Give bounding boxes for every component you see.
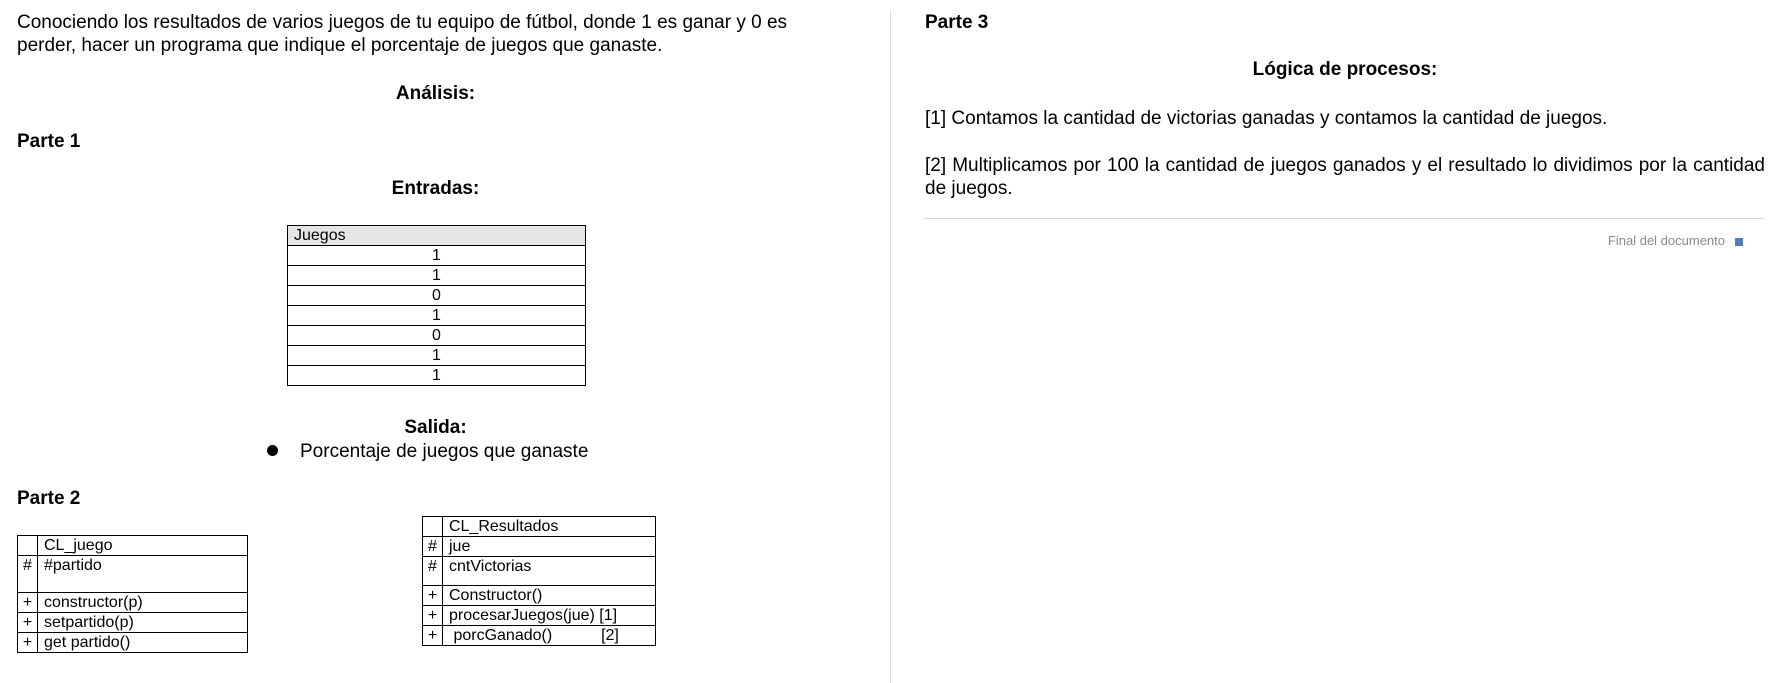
table-row: 1 [287,365,586,386]
column-divider [890,10,891,683]
visibility-symbol: + [422,625,443,646]
logic-step-1: [1] Contamos la cantidad de victorias ga… [925,108,1608,129]
uml-class-cl-resultados: CL_Resultados # jue # cntVictorias + Construct… [422,516,656,646]
uml-method-text: get partido() [37,632,248,653]
uml-class-name-text: CL_Resultados [442,516,656,537]
visibility-symbol: + [17,632,38,653]
table-row: 1 [287,345,586,366]
uml-method: + porcGanado() [2] [422,625,656,646]
juegos-header-row: Juegos [287,225,586,246]
uml-attribute-text: cntVictorias [442,556,656,586]
entradas-heading: Entradas: [391,178,480,199]
juegos-header-cell: Juegos [287,225,586,246]
end-of-document-marker: Final del documento [1608,233,1743,248]
parte2-heading: Parte 2 [17,488,81,509]
table-row: 1 [287,245,586,266]
table-row: 0 [287,325,586,346]
bullet-icon [267,445,278,457]
logica-heading: Lógica de procesos: [1252,59,1438,80]
salida-heading: Salida: [404,417,467,438]
uml-method: + setpartido(p) [17,612,248,633]
table-row: 1 [287,265,586,286]
analisis-heading: Análisis: [395,83,476,104]
uml-attribute-text: #partido [37,555,248,593]
uml-method: + get partido() [17,632,248,653]
uml-method-text: setpartido(p) [37,612,248,633]
end-of-document-label: Final del documento [1607,233,1725,248]
salida-item-text: Porcentaje de juegos que ganaste [300,441,589,462]
uml-method-text: procesarJuegos(jue) [1] [442,605,656,626]
juegos-cell: 1 [287,305,586,326]
end-of-document-rule [924,218,1764,219]
salida-list-item: Porcentaje de juegos que ganaste [267,440,588,463]
juegos-cell: 0 [287,325,586,346]
parte3-heading: Parte 3 [925,12,989,33]
visibility-symbol: + [17,592,38,613]
table-row: 0 [287,285,586,306]
uml-method-text: porcGanado() [2] [442,625,656,646]
intro-paragraph: Conociendo los resultados de varios jueg… [17,12,788,56]
visibility-symbol [422,516,443,537]
juegos-table: Juegos 1 1 0 1 0 1 1 [287,225,586,386]
juegos-cell: 1 [287,345,586,366]
juegos-cell: 1 [287,265,586,286]
square-icon [1735,237,1743,246]
visibility-symbol: # [422,536,443,557]
uml-method-text: constructor(p) [37,592,248,613]
juegos-cell: 1 [287,365,586,386]
visibility-symbol: # [422,556,443,586]
visibility-symbol: + [17,612,38,633]
uml-attribute: # cntVictorias [422,556,656,586]
uml-attribute: # jue [422,536,656,557]
uml-attribute-text: jue [442,536,656,557]
uml-method: + constructor(p) [17,592,248,613]
visibility-symbol: + [422,605,443,626]
uml-class-name: CL_Resultados [422,516,656,537]
visibility-symbol [17,535,38,556]
uml-method: + Constructor() [422,585,656,606]
uml-attribute: # #partido [17,555,248,593]
table-row: 1 [287,305,586,326]
logic-step-2: [2] Multiplicamos por 100 la cantidad de… [925,155,1765,199]
visibility-symbol: + [422,585,443,606]
parte1-heading: Parte 1 [17,131,81,152]
juegos-cell: 1 [287,245,586,266]
uml-method-text: Constructor() [442,585,656,606]
uml-class-name: CL_juego [17,535,248,556]
visibility-symbol: # [17,555,38,593]
uml-class-cl-juego: CL_juego # #partido + constructor(p) + setpart… [17,535,248,653]
uml-class-name-text: CL_juego [37,535,248,556]
juegos-cell: 0 [287,285,586,306]
uml-method: + procesarJuegos(jue) [1] [422,605,656,626]
